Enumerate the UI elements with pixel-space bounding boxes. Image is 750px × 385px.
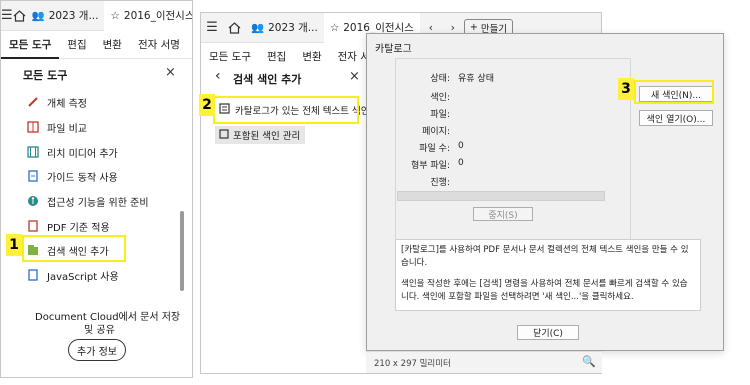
main-menu: 모든 도구 편집 변환 전자 서명: [1, 31, 192, 59]
menu-edit[interactable]: 편집: [259, 43, 294, 71]
tool-rich-media[interactable]: 리치 미디어 추가: [27, 143, 118, 161]
hamburger-menu-icon[interactable]: ☰: [201, 17, 223, 39]
tool-guided-actions[interactable]: 가이드 동작 사용: [27, 167, 118, 185]
step-3-badge: 3: [618, 78, 634, 100]
menu-all-tools[interactable]: 모든 도구: [1, 31, 60, 59]
field-status: 상태: 유휴 상태: [430, 74, 494, 84]
panel-title: 검색 색인 추가: [233, 73, 302, 86]
guide-icon: [27, 170, 39, 182]
film-icon: [27, 146, 39, 158]
acrobat-window-left: ☰ 👥 2023 개... ☆ 2016_이전시스 모든 도구 편집 변환 전자…: [0, 0, 193, 378]
close-panel-icon[interactable]: ×: [165, 65, 176, 80]
highlight-catalog-option: [213, 96, 359, 124]
tab-document-1[interactable]: 👥 2023 개...: [245, 13, 324, 43]
more-info-button[interactable]: 추가 정보: [68, 339, 126, 361]
home-icon[interactable]: [223, 17, 245, 39]
tool-label: PDF 기준 적용: [47, 222, 110, 234]
panel-title: 모든 도구: [23, 69, 68, 82]
javascript-icon: [27, 269, 39, 281]
menu-e-sign[interactable]: 전자 서명: [130, 31, 188, 59]
tool-compare-files[interactable]: 파일 비교: [27, 118, 87, 136]
ruler-icon: [27, 96, 39, 108]
tool-label: 개체 측정: [47, 98, 87, 110]
tab-document-1[interactable]: 👥 2023 개...: [26, 1, 105, 31]
accessibility-icon: [27, 195, 39, 207]
description-paragraph-2: 색인을 작성한 후에는 [검색] 명령을 사용하여 전체 문서를 빠르게 검색할…: [401, 279, 688, 302]
tab-label: 2023 개...: [268, 22, 318, 34]
stop-button[interactable]: 중지(S): [473, 207, 533, 221]
status-group: 상태: 유휴 상태 색인: 파일: 페이지: 파일 수: 0 형부 파일: 0 …: [395, 58, 631, 258]
description-paragraph-1: [카탈로그]를 사용하여 PDF 문서나 문서 컬렉션의 전체 텍스트 색인을 …: [401, 245, 689, 268]
tool-accessibility[interactable]: 접근성 기능을 위한 준비: [27, 192, 149, 210]
panel-scrollbar[interactable]: [180, 211, 184, 291]
tool-label: 접근성 기능을 위한 준비: [47, 197, 149, 209]
field-file: 파일:: [430, 110, 450, 120]
home-icon[interactable]: [13, 5, 26, 27]
field-excluded-files: 형부 파일: 0: [410, 158, 464, 171]
highlight-add-search-index: [22, 235, 126, 262]
menu-edit[interactable]: 편집: [59, 31, 94, 59]
people-icon: 👥: [31, 10, 45, 22]
step-1-badge: 1: [6, 234, 22, 256]
menu-all-tools[interactable]: 모든 도구: [201, 43, 259, 71]
tab-document-2[interactable]: ☆ 2016_이전시스: [104, 1, 193, 31]
zoom-icon[interactable]: 🔍: [582, 355, 596, 368]
tool-label: 파일 비교: [47, 123, 87, 135]
option-label: 포함된 색인 관리: [233, 131, 301, 142]
dialog-title: 카탈로그: [375, 44, 412, 55]
star-icon: ☆: [110, 9, 120, 22]
step-2-badge: 2: [199, 94, 215, 116]
tab-bar: ☰ 👥 2023 개... ☆ 2016_이전시스: [1, 1, 192, 31]
hamburger-menu-icon[interactable]: ☰: [1, 5, 13, 27]
open-index-button[interactable]: 색인 열기(O)...: [639, 110, 713, 126]
back-arrow-icon[interactable]: ‹: [215, 68, 221, 84]
tool-label: 가이드 동작 사용: [47, 172, 118, 184]
plus-icon: +: [469, 22, 478, 33]
highlight-new-index-button: [634, 80, 714, 104]
tool-measure[interactable]: 개체 측정: [27, 93, 87, 111]
field-index: 색인:: [430, 93, 450, 103]
progress-bar: [397, 191, 605, 201]
field-page: 페이지:: [422, 127, 450, 137]
tool-label: 리치 미디어 추가: [47, 148, 118, 160]
compare-icon: [27, 121, 39, 133]
star-icon: ☆: [329, 21, 340, 34]
promo-text-line-2: 및 공유: [84, 325, 115, 336]
description-box: [카탈로그]를 사용하여 PDF 문서나 문서 컬렉션의 전체 텍스트 색인을 …: [395, 239, 701, 311]
menu-convert[interactable]: 변환: [95, 31, 130, 59]
tab-label: 2023 개...: [48, 10, 99, 22]
tool-javascript[interactable]: JavaScript 사용: [27, 266, 119, 284]
pdf-standard-icon: [27, 220, 39, 232]
option-manage-embedded-index[interactable]: 포함된 색인 관리: [215, 126, 305, 144]
tool-label: JavaScript 사용: [47, 271, 119, 283]
embedded-index-icon: [219, 128, 229, 142]
close-panel-icon[interactable]: ×: [349, 69, 360, 84]
field-progress: 진행:: [430, 178, 450, 188]
page-size-text: 210 x 297 밀리미터: [374, 358, 451, 369]
tool-pdf-standards[interactable]: PDF 기준 적용: [27, 217, 110, 235]
menu-convert[interactable]: 변환: [294, 43, 329, 71]
status-bar: 210 x 297 밀리미터 🔍: [366, 351, 602, 373]
close-button[interactable]: 닫기(C): [517, 325, 579, 340]
field-file-count: 파일 수: 0: [419, 141, 464, 154]
tab-label: 2016_이전시스: [123, 10, 193, 22]
people-icon: 👥: [251, 22, 265, 34]
